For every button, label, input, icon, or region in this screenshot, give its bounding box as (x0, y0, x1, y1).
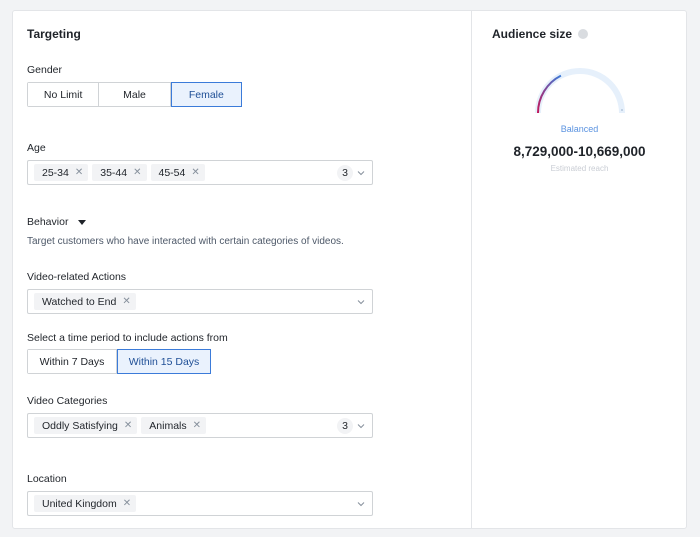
behavior-toggle[interactable]: Behavior (27, 216, 87, 228)
video-actions-select[interactable]: Watched to End ✕ (27, 289, 373, 314)
audience-status: Balanced (560, 124, 599, 134)
age-tag-label: 35-44 (100, 166, 128, 179)
remove-tag-icon[interactable]: ✕ (193, 420, 201, 431)
gender-option-male[interactable]: Male (99, 83, 171, 106)
info-icon[interactable] (578, 29, 589, 39)
gender-segmented-control: No Limit Male Female (27, 82, 242, 107)
gauge-track (535, 68, 625, 114)
remove-tag-icon[interactable]: ✕ (191, 167, 199, 178)
caret-down-icon (78, 219, 87, 225)
video-category-tag-label: Oddly Satisfying (42, 419, 118, 432)
age-label: Age (27, 142, 46, 154)
gender-option-no-limit[interactable]: No Limit (28, 83, 100, 106)
video-actions-label: Video-related Actions (27, 271, 127, 283)
remove-tag-icon[interactable]: ✕ (75, 167, 83, 178)
video-category-tag: Oddly Satisfying ✕ (34, 417, 138, 434)
behavior-label: Behavior (27, 216, 69, 228)
age-select[interactable]: 25-34 ✕ 35-44 ✕ 45-54 ✕ 3 (27, 160, 373, 185)
video-category-tag: Animals ✕ (141, 417, 207, 434)
chevron-down-icon[interactable] (357, 169, 365, 177)
age-tag-label: 25-34 (42, 166, 69, 179)
time-period-label: Select a time period to include actions … (27, 332, 228, 344)
panel-divider (471, 10, 472, 529)
audience-range: 8,729,000-10,669,000 (513, 144, 646, 159)
location-label: Location (27, 473, 67, 485)
targeting-title: Targeting (27, 27, 81, 41)
audience-caption: Estimated reach (550, 164, 609, 173)
location-select[interactable]: United Kingdom ✕ (27, 491, 373, 516)
gauge-end-dot (621, 109, 623, 111)
remove-tag-icon[interactable]: ✕ (133, 167, 141, 178)
video-action-tag-label: Watched to End (42, 295, 117, 308)
gender-label: Gender (27, 64, 63, 76)
video-categories-select[interactable]: Oddly Satisfying ✕ Animals ✕ 3 (27, 413, 373, 438)
gender-option-female[interactable]: Female (170, 82, 242, 107)
chevron-down-icon[interactable] (357, 298, 365, 306)
audience-size-title: Audience size (492, 27, 573, 41)
audience-size-header: Audience size (492, 27, 589, 41)
video-category-tag-label: Animals (149, 419, 187, 432)
location-tag: United Kingdom ✕ (34, 495, 137, 512)
time-option-7-days[interactable]: Within 7 Days (28, 350, 118, 373)
age-tag: 35-44 ✕ (92, 164, 147, 181)
location-tag-label: United Kingdom (42, 497, 117, 510)
time-option-15-days[interactable]: Within 15 Days (117, 349, 211, 374)
remove-tag-icon[interactable]: ✕ (122, 296, 130, 307)
age-tag-label: 45-54 (158, 166, 186, 179)
age-tag: 25-34 ✕ (34, 164, 89, 181)
chevron-down-icon[interactable] (357, 422, 365, 430)
chevron-down-icon[interactable] (357, 500, 365, 508)
selected-count-badge: 3 (337, 165, 353, 181)
time-period-segmented-control: Within 7 Days Within 15 Days (27, 349, 211, 374)
remove-tag-icon[interactable]: ✕ (123, 498, 131, 509)
audience-gauge (535, 68, 625, 114)
remove-tag-icon[interactable]: ✕ (124, 420, 132, 431)
selected-count-badge: 3 (337, 418, 353, 434)
video-categories-label: Video Categories (27, 395, 108, 407)
age-tag: 45-54 ✕ (150, 164, 205, 181)
video-action-tag: Watched to End ✕ (34, 293, 136, 310)
behavior-description: Target customers who have interacted wit… (27, 236, 344, 247)
